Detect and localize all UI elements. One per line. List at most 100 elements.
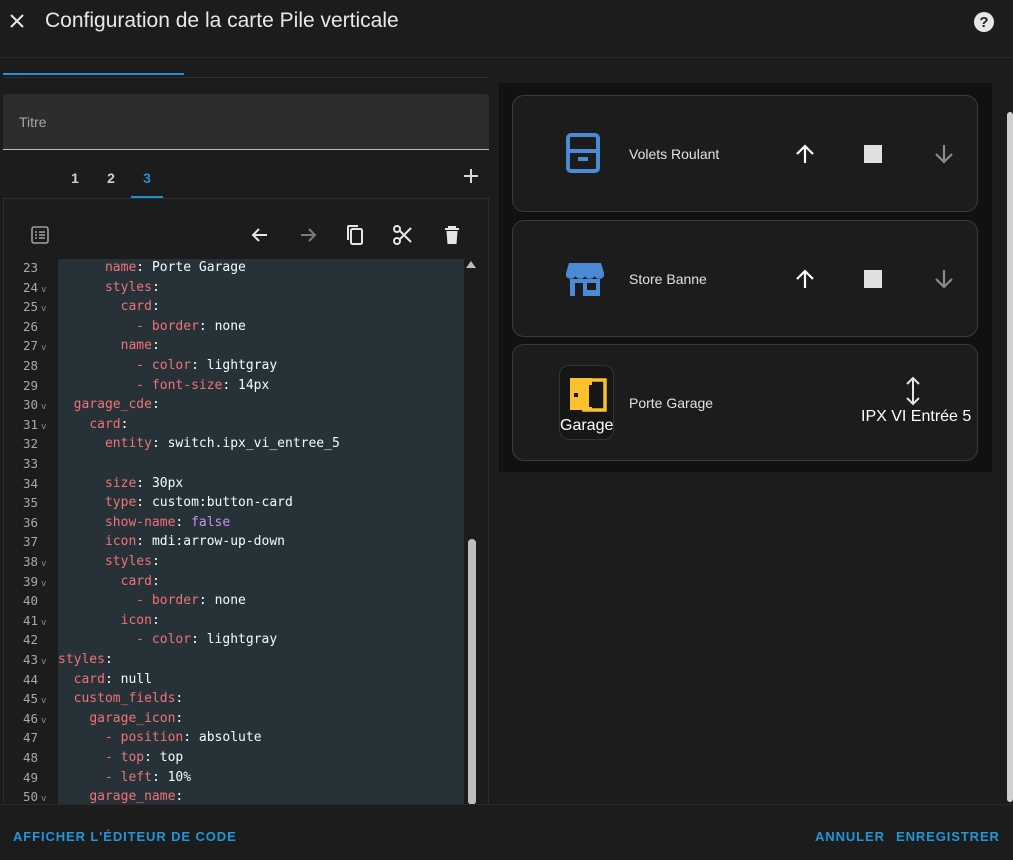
code-scroll-thumb[interactable] bbox=[468, 539, 476, 805]
code-line[interactable]: 45 v custom_fields: bbox=[16, 691, 464, 711]
code-line[interactable]: 24 v styles: bbox=[16, 280, 464, 300]
line-number: 43 bbox=[22, 652, 38, 667]
save-button[interactable]: ENREGISTRER bbox=[896, 829, 1000, 844]
code-scrollbar[interactable] bbox=[464, 259, 478, 805]
show-code-editor-button[interactable]: AFFICHER L'ÉDITEUR DE CODE bbox=[13, 829, 237, 844]
code-line[interactable]: 33 bbox=[16, 456, 464, 476]
fold-chevron-icon[interactable]: v bbox=[41, 794, 46, 804]
stop-icon[interactable] bbox=[859, 140, 887, 168]
code-line[interactable]: 50 v garage_name: bbox=[16, 789, 464, 805]
code-text: garage_name: bbox=[89, 789, 192, 805]
garage-tile[interactable]: Garage bbox=[559, 365, 614, 440]
storefront-icon[interactable] bbox=[565, 261, 605, 302]
code-text: - top: top bbox=[104, 750, 184, 765]
fold-chevron-icon[interactable]: v bbox=[41, 716, 46, 726]
code-line[interactable]: 49 - left: 10% bbox=[16, 770, 464, 790]
help-icon[interactable]: ? bbox=[974, 12, 994, 32]
copy-icon[interactable] bbox=[343, 223, 367, 247]
arrow-up-down-icon[interactable] bbox=[905, 376, 921, 411]
code-line[interactable]: 28 - color: lightgray bbox=[16, 358, 464, 378]
code-text: name: bbox=[120, 338, 168, 354]
scissors-icon[interactable] bbox=[391, 223, 415, 247]
device-name: Store Banne bbox=[629, 271, 707, 287]
code-text: card: bbox=[120, 573, 168, 589]
code-line[interactable]: 40 - border: none bbox=[16, 593, 464, 613]
code-text: show-name: false bbox=[104, 514, 231, 530]
dialog-header: Configuration de la carte Pile verticale… bbox=[0, 0, 1013, 58]
stop-icon[interactable] bbox=[859, 265, 887, 293]
line-number: 27 bbox=[22, 338, 38, 354]
yaml-code-editor[interactable]: 23 name: Porte Garage 24 v styles: 25 v car… bbox=[16, 259, 478, 805]
window-shutter-icon[interactable] bbox=[565, 132, 601, 179]
dialog-footer: AFFICHER L'ÉDITEUR DE CODE ANNULER ENREG… bbox=[0, 804, 1013, 860]
fold-chevron-icon[interactable]: v bbox=[41, 343, 46, 353]
code-line[interactable]: 47 - position: absolute bbox=[16, 730, 464, 750]
code-text: - border: none bbox=[136, 593, 246, 609]
code-line[interactable]: 31 v card: bbox=[16, 417, 464, 437]
code-line[interactable]: 44 card: null bbox=[16, 672, 464, 692]
code-line[interactable]: 39 v card: bbox=[16, 574, 464, 594]
line-number: 34 bbox=[22, 475, 38, 491]
add-card-icon[interactable] bbox=[459, 164, 483, 188]
line-number: 33 bbox=[22, 456, 38, 471]
page-scroll-thumb[interactable] bbox=[1007, 112, 1013, 802]
arrow-down-icon[interactable] bbox=[930, 140, 958, 168]
code-line[interactable]: 35 type: custom:button-card bbox=[16, 495, 464, 515]
fold-chevron-icon[interactable]: v bbox=[41, 579, 46, 589]
close-icon[interactable] bbox=[4, 8, 30, 34]
line-number: 39 bbox=[22, 573, 38, 589]
code-line[interactable]: 43 v styles: bbox=[16, 652, 464, 672]
fold-chevron-icon[interactable]: v bbox=[41, 657, 46, 667]
title-field-label: Titre bbox=[19, 114, 47, 130]
fold-chevron-icon[interactable]: v bbox=[41, 422, 46, 432]
code-text: garage_icon: bbox=[89, 710, 192, 726]
code-text: - border: none bbox=[136, 318, 246, 334]
line-number: 37 bbox=[22, 534, 38, 550]
code-line[interactable]: 23 name: Porte Garage bbox=[16, 260, 464, 280]
title-field[interactable]: Titre bbox=[3, 94, 489, 150]
code-line[interactable]: 34 size: 30px bbox=[16, 476, 464, 496]
fold-chevron-icon[interactable]: v bbox=[41, 402, 46, 412]
fold-chevron-icon[interactable]: v bbox=[41, 618, 46, 628]
code-line[interactable]: 46 v garage_icon: bbox=[16, 711, 464, 731]
code-line[interactable]: 36 show-name: false bbox=[16, 515, 464, 535]
tab-card-2[interactable]: 2 bbox=[95, 158, 127, 198]
code-line[interactable]: 37 icon: mdi:arrow-up-down bbox=[16, 534, 464, 554]
code-line[interactable]: 29 - font-size: 14px bbox=[16, 378, 464, 398]
visual-editor-icon[interactable] bbox=[28, 223, 52, 247]
code-text: styles: bbox=[104, 279, 168, 295]
fold-chevron-icon[interactable]: v bbox=[41, 696, 46, 706]
code-line[interactable]: 25 v card: bbox=[16, 299, 464, 319]
code-text: - color: lightgray bbox=[136, 358, 278, 373]
fold-chevron-icon[interactable]: v bbox=[41, 304, 46, 314]
code-line[interactable]: 26 - border: none bbox=[16, 319, 464, 339]
arrow-right-icon[interactable] bbox=[296, 223, 320, 247]
code-line[interactable]: 48 - top: top bbox=[16, 750, 464, 770]
card-preview: Volets Roulant Store Banne Garage Porte … bbox=[499, 83, 992, 472]
scroll-up-arrow[interactable] bbox=[466, 261, 476, 268]
page-scrollbar[interactable] bbox=[1005, 58, 1013, 804]
arrow-left-icon[interactable] bbox=[248, 223, 272, 247]
arrow-up-icon[interactable] bbox=[791, 140, 819, 168]
code-line[interactable]: 41 v icon: bbox=[16, 613, 464, 633]
delete-icon[interactable] bbox=[440, 223, 464, 247]
arrow-down-icon[interactable] bbox=[930, 265, 958, 293]
line-number: 35 bbox=[22, 495, 38, 511]
line-number: 49 bbox=[22, 769, 38, 785]
cancel-button[interactable]: ANNULER bbox=[815, 829, 885, 844]
code-text: - color: lightgray bbox=[136, 632, 278, 648]
arrow-up-icon[interactable] bbox=[791, 265, 819, 293]
line-number: 31 bbox=[22, 416, 38, 432]
code-text: garage_cde: bbox=[73, 397, 168, 413]
tab-card-1[interactable]: 1 bbox=[59, 158, 91, 198]
code-line[interactable]: 32 entity: switch.ipx_vi_entree_5 bbox=[16, 436, 464, 456]
line-number: 50 bbox=[22, 789, 38, 805]
code-line[interactable]: 27 v name: bbox=[16, 338, 464, 358]
code-line[interactable]: 42 - color: lightgray bbox=[16, 632, 464, 652]
fold-chevron-icon[interactable]: v bbox=[41, 285, 46, 295]
code-line[interactable]: 30 v garage_cde: bbox=[16, 397, 464, 417]
fold-chevron-icon[interactable]: v bbox=[41, 559, 46, 569]
code-line[interactable]: 38 v styles: bbox=[16, 554, 464, 574]
code-text: entity: switch.ipx_vi_entree_5 bbox=[104, 436, 340, 452]
tab-card-3[interactable]: 3 bbox=[131, 158, 163, 198]
